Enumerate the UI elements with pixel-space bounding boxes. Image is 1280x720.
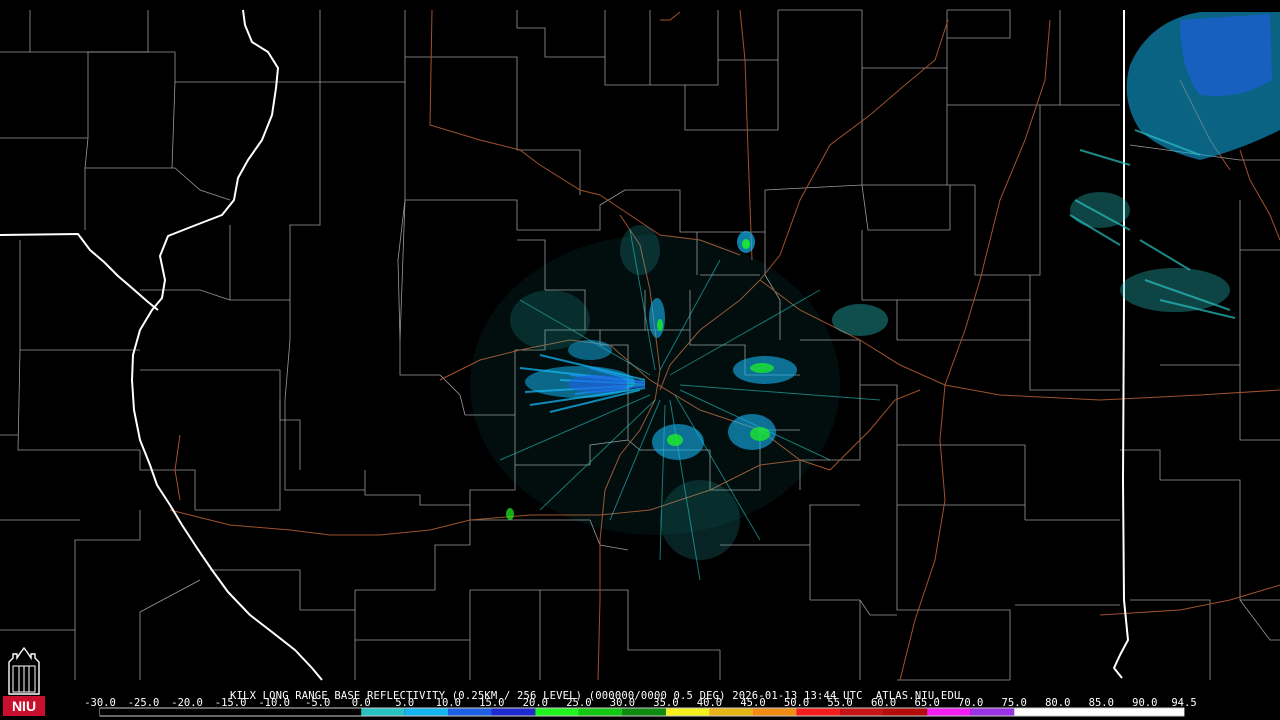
- legend-tick-label: -10.0: [258, 697, 290, 709]
- radar-map: [0, 0, 1280, 720]
- legend-tick-label: 50.0: [783, 697, 810, 709]
- legend-tick-label: 75.0: [1001, 697, 1027, 709]
- color-scale-segment: [883, 708, 928, 716]
- color-scale-segment: [753, 708, 797, 716]
- legend-tick-label: -30.0: [84, 697, 116, 709]
- legend-tick-label: 15.0: [479, 697, 505, 709]
- color-scale-segment: [361, 708, 405, 716]
- niu-logo: NIU: [3, 646, 45, 716]
- color-scale-segment: [796, 708, 841, 716]
- color-scale-segment: [1014, 708, 1184, 716]
- color-scale-segment: [491, 708, 536, 716]
- color-scale-segment: [578, 708, 623, 716]
- legend-tick-label: 10.0: [435, 697, 461, 709]
- legend-tick-label: 65.0: [914, 697, 940, 709]
- color-scale-segment: [970, 708, 1015, 716]
- legend-tick-label: 40.0: [696, 697, 723, 709]
- color-scale-segment: [535, 708, 579, 716]
- legend-tick-label: 90.0: [1132, 697, 1158, 709]
- legend-tick-label: 35.0: [653, 697, 679, 709]
- color-scale-segment: [840, 708, 884, 716]
- legend-tick-label: 45.0: [740, 697, 766, 709]
- legend-tick-label: -20.0: [171, 697, 203, 709]
- reflectivity-color-scale: [99, 707, 1185, 717]
- legend-tick-label: 85.0: [1088, 697, 1114, 709]
- legend-tick-label: 70.0: [958, 697, 984, 709]
- color-scale-segment: [622, 708, 666, 716]
- legend-tick-label: 0.0: [351, 697, 371, 709]
- legend-tick-label: -15.0: [214, 697, 247, 709]
- legend-tick-label: -5.0: [305, 697, 331, 709]
- legend-tick-label: 60.0: [870, 697, 897, 709]
- color-scale-segment: [709, 708, 754, 716]
- color-scale-segment: [448, 708, 492, 716]
- color-scale-segment: [404, 708, 449, 716]
- legend-tick-label: 25.0: [566, 697, 592, 709]
- legend-tick-label: -25.0: [127, 697, 160, 709]
- legend-tick-label: 20.0: [522, 697, 548, 709]
- legend-tick-label: 5.0: [395, 697, 415, 709]
- legend-tick-label: 55.0: [827, 697, 853, 709]
- niu-logo-text: NIU: [12, 698, 36, 714]
- legend-tick-label: 80.0: [1045, 697, 1071, 709]
- legend-tick-label: 94.5: [1171, 697, 1197, 709]
- color-scale-segment: [665, 708, 710, 716]
- color-scale-segment: [100, 708, 362, 716]
- legend-tick-label: 30.0: [609, 697, 636, 709]
- color-scale-segment: [927, 708, 971, 716]
- legend-tick-labels: -30.0 -25.0 -20.0 -15.0 -10.0 -5.0 0.0 5.0 10.0 1…: [84, 697, 1196, 709]
